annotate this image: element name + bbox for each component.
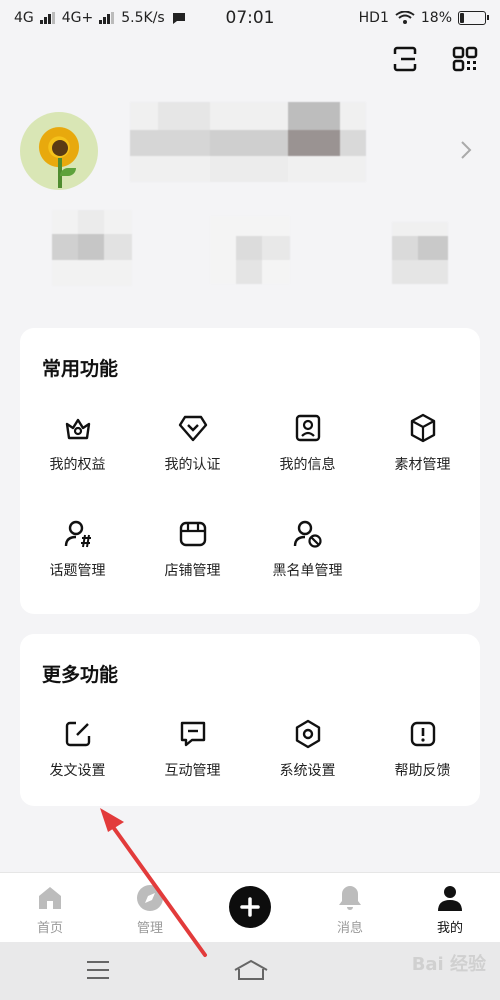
func-store-management[interactable]: 店铺管理 [135, 518, 250, 580]
status-time: 07:01 [225, 8, 275, 28]
mosaic-pattern [210, 216, 290, 284]
nav-label: 管理 [136, 921, 163, 936]
chat-icon [180, 721, 205, 747]
top-actions [390, 44, 480, 74]
stats-mosaic-1[interactable] [52, 210, 132, 286]
func-my-info[interactable]: 我的信息 [250, 412, 365, 474]
stats-mosaic-2[interactable] [210, 216, 290, 284]
status-bar: 4G 4G+ 5.5K/s 07:01 HD1 18% [0, 0, 500, 36]
create-button[interactable] [229, 886, 271, 928]
scan-icon [393, 46, 417, 72]
func-my-verification[interactable]: 我的认证 [135, 412, 250, 474]
nav-label: 首页 [36, 921, 63, 936]
func-label: 互动管理 [164, 763, 221, 779]
username-mosaic[interactable] [130, 102, 366, 182]
func-label: 话题管理 [49, 563, 106, 579]
mosaic-pattern [392, 222, 448, 284]
avatar-leaf [60, 168, 76, 176]
func-material-management[interactable]: 素材管理 [365, 412, 480, 474]
avatar-flower-center [52, 140, 68, 156]
nav-manage[interactable]: 管理 [100, 883, 200, 936]
func-help-feedback[interactable]: 帮助反馈 [365, 718, 480, 780]
func-label: 我的信息 [279, 457, 336, 473]
qr-code-button[interactable] [450, 44, 480, 74]
person-icon [438, 886, 462, 911]
func-label: 发文设置 [49, 763, 106, 779]
common-functions-title: 常用功能 [42, 358, 119, 380]
more-functions-card: 更多功能 发文设置 互动管理 系统设置 帮助反馈 [20, 634, 480, 806]
mosaic-pattern [52, 210, 132, 286]
cube-icon [410, 413, 435, 443]
home-icon [39, 887, 61, 909]
qr-code-icon [452, 46, 478, 72]
func-post-settings[interactable]: 发文设置 [20, 718, 135, 780]
avatar[interactable] [20, 112, 98, 190]
func-label: 帮助反馈 [394, 763, 451, 779]
nav-home[interactable]: 首页 [0, 883, 100, 936]
menu-icon[interactable] [85, 958, 111, 982]
nav-label: 我的 [436, 921, 463, 936]
home-gesture-icon[interactable] [232, 958, 270, 982]
verify-badge-icon [178, 415, 207, 442]
mosaic-pattern [130, 102, 366, 182]
scan-button[interactable] [390, 44, 420, 74]
user-hashtag-icon [64, 520, 91, 548]
func-topic-management[interactable]: 话题管理 [20, 518, 135, 580]
func-label: 我的认证 [164, 457, 221, 473]
crown-icon [65, 418, 90, 440]
edit-icon [65, 721, 90, 747]
store-icon [179, 521, 206, 547]
func-label: 系统设置 [279, 763, 336, 779]
battery-fill [460, 13, 464, 23]
chevron-right-icon[interactable] [460, 140, 472, 160]
feedback-icon [410, 721, 435, 747]
compass-icon [137, 885, 163, 911]
stats-mosaic-3[interactable] [392, 222, 448, 284]
nav-label: 消息 [336, 921, 363, 936]
common-functions-card: 常用功能 我的权益 我的认证 我的信息 素材管理 话题管理 店铺管理 黑名单管理 [20, 328, 480, 614]
bell-icon [339, 886, 361, 910]
func-label: 黑名单管理 [272, 563, 343, 579]
func-interaction-management[interactable]: 互动管理 [135, 718, 250, 780]
nav-messages[interactable]: 消息 [300, 883, 400, 936]
func-blacklist-management[interactable]: 黑名单管理 [250, 518, 365, 580]
more-functions-title: 更多功能 [42, 664, 119, 686]
user-block-icon [293, 520, 322, 548]
nav-me[interactable]: 我的 [400, 883, 500, 936]
watermark: Bai 经验 [411, 954, 486, 975]
func-label: 店铺管理 [164, 563, 221, 579]
settings-hex-icon [295, 719, 320, 749]
func-my-benefits[interactable]: 我的权益 [20, 412, 135, 474]
func-label: 我的权益 [49, 457, 106, 473]
battery-icon [458, 11, 489, 25]
func-label: 素材管理 [394, 457, 451, 473]
func-system-settings[interactable]: 系统设置 [250, 718, 365, 780]
plus-icon [240, 897, 260, 917]
id-card-icon [295, 414, 320, 442]
